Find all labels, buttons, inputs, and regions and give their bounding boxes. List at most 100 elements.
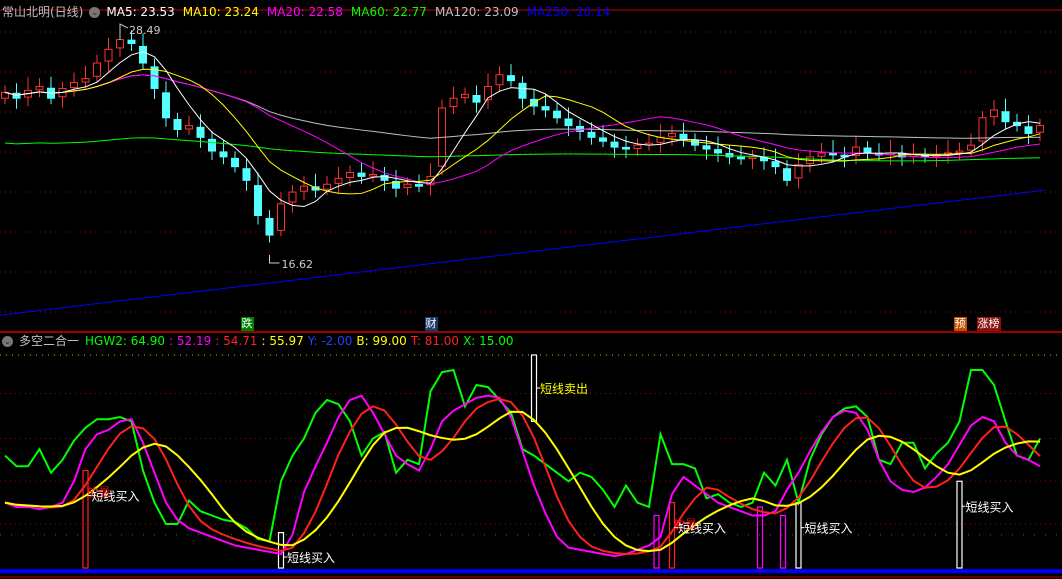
candle (622, 146, 630, 150)
candle (863, 147, 872, 154)
signal-label: 短线买入 (805, 522, 853, 536)
chevron-down-icon[interactable]: ⌄ (2, 335, 13, 347)
indicator-value: B: 99.00 (356, 334, 407, 348)
indicator-legend: HGW2: 64.90: 52.19: 54.71: 55.97 Y: -2.00… (85, 333, 513, 349)
candle (449, 97, 458, 108)
candle (254, 185, 262, 217)
indicator-value: : 55.97 (261, 334, 304, 348)
candle (219, 151, 228, 158)
candle (173, 119, 182, 131)
candle (242, 168, 251, 181)
indicator-header: ⌄ 多空二合一 HGW2: 64.90: 52.19: 54.71: 55.97… (2, 333, 514, 349)
ma-value: MA10: 23.24 (182, 5, 259, 19)
ma-value: MA5: 23.53 (106, 5, 175, 19)
candle (748, 156, 757, 160)
ma-value: MA60: 22.77 (350, 5, 427, 19)
candle (829, 152, 837, 156)
candle (196, 126, 205, 138)
ma-value: MA20: 22.58 (266, 5, 343, 19)
candle (346, 172, 354, 179)
candle (771, 161, 780, 168)
signal-bar (795, 502, 802, 569)
candle (817, 152, 826, 157)
candle (70, 82, 78, 89)
indicator-line-m (4, 394, 1041, 558)
candle (553, 110, 561, 119)
low-label: 16.62 (282, 258, 314, 271)
candle (185, 125, 193, 130)
candle (461, 93, 469, 99)
candle (507, 75, 515, 82)
candle (518, 82, 527, 99)
y-baseline (0, 569, 1062, 574)
ma250-line (0, 189, 1046, 316)
candle (104, 48, 113, 62)
candle (403, 183, 412, 189)
main-header: 常山北明(日线) ⌄ MA5: 23.53 MA10: 23.24 MA20: 22… (2, 4, 610, 20)
ma-value: MA250: 20.14 (526, 5, 611, 19)
indicator-line-hgw2 (4, 368, 1041, 543)
candle (714, 149, 722, 154)
ma60-line (4, 137, 1041, 162)
candle (369, 173, 377, 177)
candle (415, 184, 423, 187)
signal-bar (530, 354, 538, 422)
candle (288, 191, 297, 203)
candle (300, 185, 308, 192)
candle (1024, 126, 1033, 134)
event-tag[interactable]: 涨榜 (976, 317, 1001, 331)
indicator-value: : 52.19 (169, 334, 212, 348)
candle (541, 106, 550, 111)
high-label: 28.49 (129, 24, 161, 37)
indicator-title: 多空二合一 (19, 334, 80, 348)
indicator-line-r (4, 397, 1041, 556)
indicator-value: T: 81.00 (410, 334, 460, 348)
signal-bar (779, 514, 787, 569)
candle (1036, 125, 1044, 133)
signal-label: 短线买入 (966, 500, 1014, 514)
candle (679, 133, 688, 140)
ma-value: MA120: 23.09 (434, 5, 519, 19)
candle (737, 156, 745, 160)
event-tag[interactable]: 跌 (240, 317, 254, 331)
candle (610, 141, 619, 148)
candle (691, 139, 699, 146)
indicator-value: HGW2: 64.90 (85, 334, 166, 348)
candle (990, 109, 998, 118)
candle (955, 150, 964, 154)
ma-legend: MA5: 23.53 MA10: 23.24 MA20: 22.58 MA60: 22… (106, 4, 610, 20)
candle (162, 92, 170, 119)
candle (265, 217, 274, 236)
candle (81, 78, 90, 83)
candle (702, 145, 711, 150)
candle (334, 177, 343, 184)
candle (783, 168, 791, 181)
candle (208, 138, 216, 152)
signal-label: 短线买入 (678, 522, 726, 536)
event-tag[interactable]: 财 (424, 317, 438, 331)
signal-label: 短线买入 (287, 551, 335, 565)
candle (357, 172, 366, 177)
candle (599, 137, 607, 142)
event-tag[interactable]: 预 (953, 317, 967, 331)
candle (116, 39, 124, 49)
candle (472, 94, 481, 103)
candle (139, 45, 147, 64)
candle (587, 131, 596, 138)
candle (231, 157, 239, 168)
candle (1001, 111, 1010, 123)
low-marker (269, 255, 280, 264)
candle (323, 183, 331, 190)
signal-label: 短线卖出 (540, 382, 588, 396)
chevron-down-icon[interactable]: ⌄ (89, 6, 101, 18)
stock-title: 常山北明(日线) (2, 5, 84, 19)
candle (35, 85, 44, 91)
indicator-value: Y: -2.00 (307, 334, 353, 348)
high-marker (119, 23, 129, 40)
stock-chart[interactable]: 28.4916.62放量短线买入短线买入短线卖出放量短线买入 短线买入短线买入 (0, 0, 1062, 579)
candle (668, 132, 676, 138)
candle (564, 118, 573, 127)
signal-bar (956, 480, 963, 569)
ma5-line (4, 51, 1041, 208)
indicator-value: X: 15.00 (463, 334, 514, 348)
